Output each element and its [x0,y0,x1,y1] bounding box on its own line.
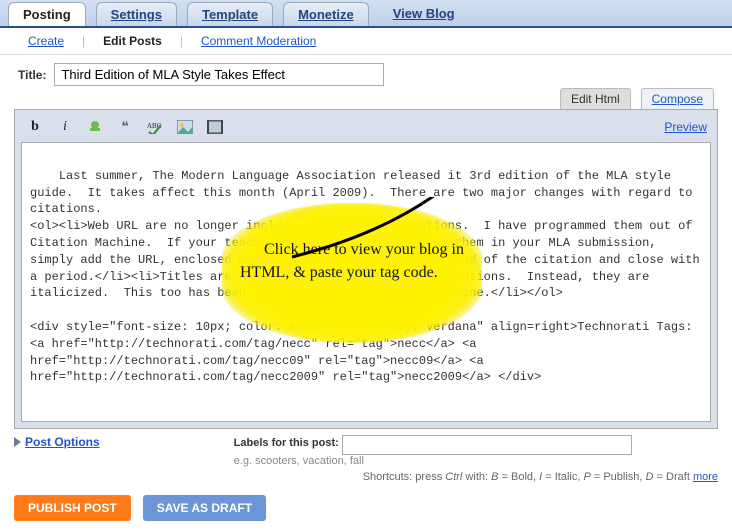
title-label: Title: [18,68,46,82]
post-options-toggle[interactable]: Post Options [14,435,100,449]
bold-button[interactable]: b [25,118,45,136]
image-button[interactable] [175,118,195,136]
labels-input[interactable] [342,435,632,455]
editor-text-content: Last summer, The Modern Language Associa… [30,169,707,385]
publish-post-button[interactable]: PUBLISH POST [14,495,131,521]
shortcuts-p: P [583,471,590,483]
html-editor-textarea[interactable]: Last summer, The Modern Language Associa… [21,142,711,422]
tab-settings[interactable]: Settings [96,2,177,26]
spellcheck-icon: ABC [147,120,163,134]
subnav-edit-posts[interactable]: Edit Posts [103,34,162,48]
subnav-create[interactable]: Create [28,34,64,48]
tab-compose[interactable]: Compose [641,88,714,109]
shortcuts-text: = Draft [654,471,693,483]
post-footer: Post Options Labels for this post: e.g. … [14,435,718,467]
shortcuts-text: = Bold, [498,471,539,483]
shortcuts-text: = Italic, [542,471,583,483]
video-icon [207,120,223,134]
preview-link[interactable]: Preview [664,120,707,134]
shortcuts-text: Shortcuts: press [363,471,446,483]
shortcuts-more-link[interactable]: more [693,471,718,483]
spellcheck-button[interactable]: ABC [145,118,165,136]
posting-subnav: Create | Edit Posts | Comment Moderation [0,28,732,55]
tab-template[interactable]: Template [187,2,273,26]
quote-button[interactable]: ❝ [115,118,135,136]
view-blog-link[interactable]: View Blog [385,2,463,25]
video-button[interactable] [205,118,225,136]
editor-mode-tabs: Edit Html Compose [0,88,732,109]
save-as-draft-button[interactable]: SAVE AS DRAFT [143,495,266,521]
editor-toolbar: b i ❝ ABC Preview [21,116,711,142]
shortcuts-d: D [646,471,654,483]
post-options-label: Post Options [25,435,100,449]
shortcuts-hint: Shortcuts: press Ctrl with: B = Bold, I … [14,471,718,483]
action-buttons: PUBLISH POST SAVE AS DRAFT [0,491,732,531]
top-tabbar: Posting Settings Template Monetize View … [0,0,732,28]
italic-button[interactable]: i [55,118,75,136]
separator: | [180,34,183,48]
title-row: Title: [0,55,732,90]
separator: | [82,34,85,48]
title-input[interactable] [54,63,384,86]
shortcuts-ctrl: Ctrl [445,471,462,483]
editor-shell: b i ❝ ABC Preview Last summer, The Moder… [14,109,718,429]
link-icon [87,120,103,134]
labels-example: e.g. scooters, vacation, fall [234,455,632,467]
image-icon [177,120,193,134]
subnav-comment-moderation[interactable]: Comment Moderation [201,34,316,48]
tab-monetize[interactable]: Monetize [283,2,369,26]
shortcuts-text: = Publish, [591,471,646,483]
disclosure-triangle-icon [14,437,21,447]
labels-label: Labels for this post: [234,437,339,449]
shortcuts-text: with: [462,471,491,483]
tab-edit-html[interactable]: Edit Html [560,88,631,109]
link-button[interactable] [85,118,105,136]
tab-posting[interactable]: Posting [8,2,86,26]
labels-block: Labels for this post: e.g. scooters, vac… [234,435,632,467]
